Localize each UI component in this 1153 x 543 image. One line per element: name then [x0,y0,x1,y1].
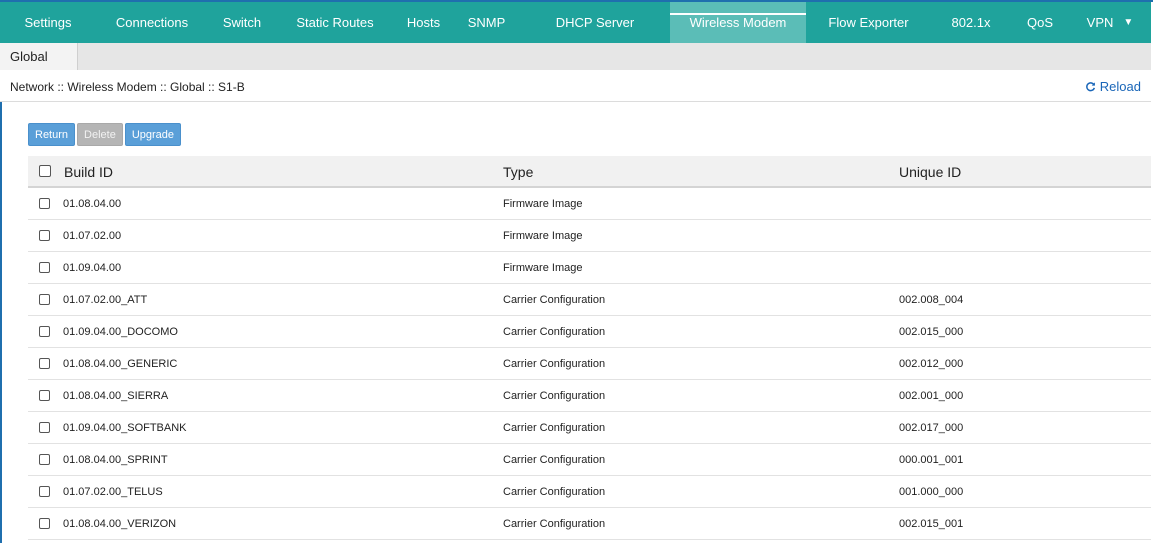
row-checkbox[interactable] [39,518,50,529]
return-button[interactable]: Return [28,123,76,146]
cell-type: Firmware Image [503,262,583,274]
select-all-checkbox[interactable] [39,165,51,177]
cell-build-id: 01.07.02.00 [63,230,122,242]
action-buttons: Return Delete Upgrade [28,123,182,146]
table-row[interactable]: 01.09.04.00_SOFTBANK Carrier Configuratio… [28,412,1151,444]
tab-global[interactable]: Global [0,43,78,70]
row-checkbox[interactable] [39,294,50,305]
cell-unique-id: 002.017_000 [899,422,964,434]
row-checkbox[interactable] [39,486,50,497]
breadcrumb: Network :: Wireless Modem :: Global :: S… [10,80,245,94]
cell-type: Carrier Configuration [503,454,606,466]
nav-hosts[interactable]: Hosts [394,2,453,43]
firmware-table: Build ID Type Unique ID 01.08.04.00 Firmw… [28,156,1151,540]
column-type[interactable]: Type [503,164,533,180]
cell-type: Firmware Image [503,230,583,242]
table-body: 01.08.04.00 Firmware Image 01.07.02.00 Firm… [28,188,1151,540]
cell-type: Carrier Configuration [503,486,606,498]
column-build-id[interactable]: Build ID [64,164,113,180]
cell-build-id: 01.09.04.00_DOCOMO [63,326,178,338]
table-row[interactable]: 01.08.04.00_SPRINT Carrier Configuration 0… [28,444,1151,476]
caret-down-icon: ▼ [1123,17,1134,28]
row-checkbox[interactable] [39,198,50,209]
upgrade-button[interactable]: Upgrade [124,123,182,146]
nav-dhcp-server[interactable]: DHCP Server [520,2,670,43]
nav-vpn-label: VPN [1086,15,1114,30]
cell-type: Carrier Configuration [503,390,606,402]
cell-type: Carrier Configuration [503,422,606,434]
sub-tabs: Global [0,43,1151,70]
cell-build-id: 01.08.04.00_VERIZON [63,518,177,530]
table-row[interactable]: 01.07.02.00_ATT Carrier Configuration 002.… [28,284,1151,316]
cell-build-id: 01.07.02.00_TELUS [63,486,163,498]
cell-build-id: 01.08.04.00 [63,198,122,210]
cell-type: Carrier Configuration [503,358,606,370]
cell-unique-id: 002.008_004 [899,294,964,306]
active-tab-indicator [670,13,806,15]
row-checkbox[interactable] [39,230,50,241]
cell-unique-id: 002.001_000 [899,390,964,402]
cell-build-id: 01.07.02.00_ATT [63,294,148,306]
row-checkbox[interactable] [39,454,50,465]
cell-build-id: 01.09.04.00_SOFTBANK [63,422,187,434]
table-row[interactable]: 01.08.04.00_VERIZON Carrier Configuration… [28,508,1151,540]
cell-unique-id: 002.015_001 [899,518,964,530]
nav-connections[interactable]: Connections [96,2,208,43]
column-unique-id[interactable]: Unique ID [899,164,961,180]
nav-snmp[interactable]: SNMP [453,2,520,43]
table-row[interactable]: 01.08.04.00 Firmware Image [28,188,1151,220]
nav-switch[interactable]: Switch [208,2,276,43]
cell-build-id: 01.08.04.00_GENERIC [63,358,178,370]
delete-button[interactable]: Delete [77,123,123,146]
cell-unique-id: 002.012_000 [899,358,964,370]
table-row[interactable]: 01.08.04.00_SIERRA Carrier Configuration 0… [28,380,1151,412]
table-row[interactable]: 01.07.02.00 Firmware Image [28,220,1151,252]
table-row[interactable]: 01.08.04.00_GENERIC Carrier Configuration… [28,348,1151,380]
row-checkbox[interactable] [39,326,50,337]
cell-type: Carrier Configuration [503,326,606,338]
cell-build-id: 01.08.04.00_SPRINT [63,454,168,466]
cell-build-id: 01.08.04.00_SIERRA [63,390,169,402]
nav-vpn[interactable]: VPN ▼ [1069,2,1151,43]
nav-802-1x[interactable]: 802.1x [931,2,1011,43]
nav-wireless-modem-label: Wireless Modem [689,15,787,30]
breadcrumb-bar: Network :: Wireless Modem :: Global :: S… [0,70,1151,102]
cell-type: Carrier Configuration [503,518,606,530]
row-checkbox[interactable] [39,262,50,273]
reload-button[interactable]: Reload [1085,79,1141,94]
row-checkbox[interactable] [39,390,50,401]
nav-qos[interactable]: QoS [1011,2,1069,43]
table-header: Build ID Type Unique ID [28,156,1151,188]
nav-wireless-modem[interactable]: Wireless Modem [670,2,806,43]
cell-type: Carrier Configuration [503,294,606,306]
table-row[interactable]: 01.09.04.00_DOCOMO Carrier Configuration 0… [28,316,1151,348]
reload-label: Reload [1099,79,1141,94]
refresh-icon [1085,82,1095,92]
row-checkbox[interactable] [39,422,50,433]
cell-type: Firmware Image [503,198,583,210]
cell-unique-id: 002.015_000 [899,326,964,338]
top-nav: Settings Connections Switch Static Route… [0,2,1151,43]
nav-static-routes[interactable]: Static Routes [276,2,394,43]
nav-flow-exporter[interactable]: Flow Exporter [806,2,931,43]
cell-unique-id: 000.001_001 [899,454,964,466]
row-checkbox[interactable] [39,358,50,369]
table-row[interactable]: 01.07.02.00_TELUS Carrier Configuration 00… [28,476,1151,508]
nav-settings[interactable]: Settings [0,2,96,43]
table-row[interactable]: 01.09.04.00 Firmware Image [28,252,1151,284]
cell-unique-id: 001.000_000 [899,486,964,498]
cell-build-id: 01.09.04.00 [63,262,122,274]
